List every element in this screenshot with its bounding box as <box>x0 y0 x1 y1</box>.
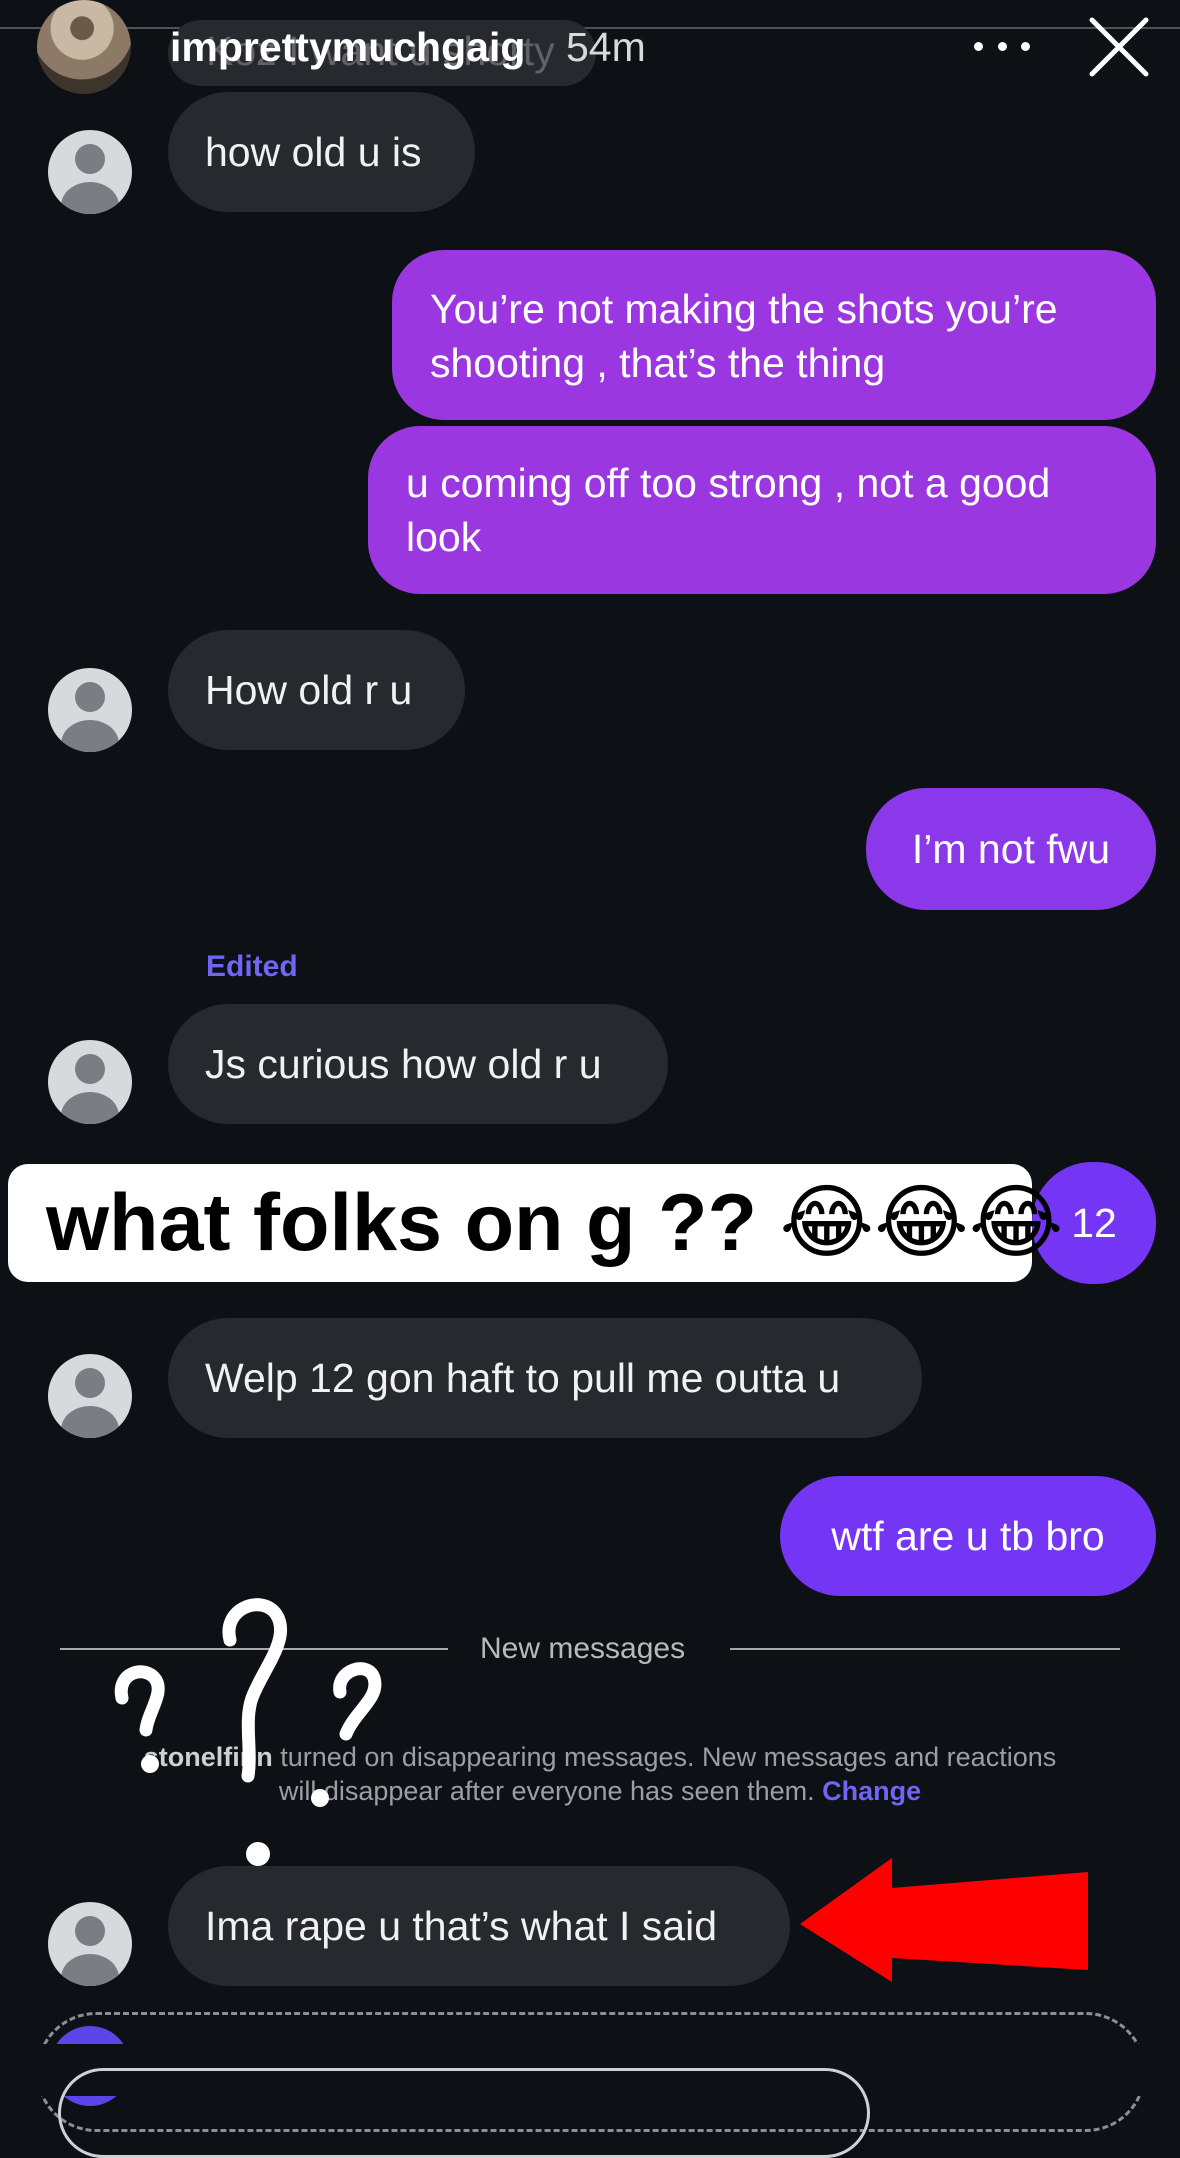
story-avatar[interactable] <box>37 0 131 94</box>
message-text: How old r u <box>205 667 413 713</box>
edited-label: Edited <box>206 950 298 983</box>
story-header: Koz I want u shorty imprettymuchgaig 54m <box>0 0 1180 96</box>
avatar[interactable] <box>48 668 132 752</box>
message-text-line: look <box>406 514 482 560</box>
message-bubble-incoming[interactable]: How old r u <box>168 630 465 750</box>
avatar[interactable] <box>48 1354 132 1438</box>
new-messages-label: New messages <box>480 1632 686 1665</box>
message-text: how old u is <box>205 129 422 175</box>
more-icon[interactable] <box>974 22 1030 70</box>
question-marks-drawing <box>114 1598 382 1866</box>
change-link[interactable]: Change <box>822 1776 921 1806</box>
message-text: I’m not fwu <box>911 826 1111 872</box>
message-bubble-outgoing[interactable]: You’re not making the shots you’re shoot… <box>392 250 1156 420</box>
message-text-line: shooting , that’s the thing <box>430 340 886 386</box>
avatar[interactable] <box>48 1902 132 1986</box>
message-bubble-incoming[interactable]: Ima rape u that’s what I said <box>168 1866 790 1986</box>
message-bubble-incoming[interactable]: Js curious how old r u <box>168 1004 668 1124</box>
message-text-line: u coming off too strong , not a good <box>406 460 1051 506</box>
story-username[interactable]: imprettymuchgaig <box>170 24 525 71</box>
close-icon[interactable] <box>1086 14 1152 80</box>
divider-line-right <box>730 1648 1120 1650</box>
message-bubble-incoming[interactable]: Welp 12 gon haft to pull me outta u <box>168 1318 922 1438</box>
avatar[interactable] <box>48 1040 132 1124</box>
message-bubble-outgoing[interactable]: wtf are u tb bro <box>780 1476 1156 1596</box>
caption-overlay: what folks on g ?? 😂😂😂 <box>8 1164 1063 1282</box>
story-timestamp: 54m <box>566 24 646 70</box>
message-text: Ima rape u that’s what I said <box>205 1903 718 1949</box>
message-text: wtf are u tb bro <box>831 1513 1105 1559</box>
message-input[interactable] <box>58 2068 870 2158</box>
message-text: 12 <box>1071 1200 1117 1246</box>
message-bubble-outgoing[interactable]: I’m not fwu <box>866 788 1156 910</box>
red-arrow-drawing <box>800 1858 1088 1982</box>
message-text: Welp 12 gon haft to pull me outta u <box>205 1355 841 1401</box>
message-bubble-outgoing[interactable]: u coming off too strong , not a good loo… <box>368 426 1156 594</box>
message-text-line: You’re not making the shots you’re <box>430 286 1058 332</box>
message-bubble-incoming[interactable]: how old u is <box>168 92 475 212</box>
message-text: Js curious how old r u <box>205 1041 602 1087</box>
avatar[interactable] <box>48 130 132 214</box>
